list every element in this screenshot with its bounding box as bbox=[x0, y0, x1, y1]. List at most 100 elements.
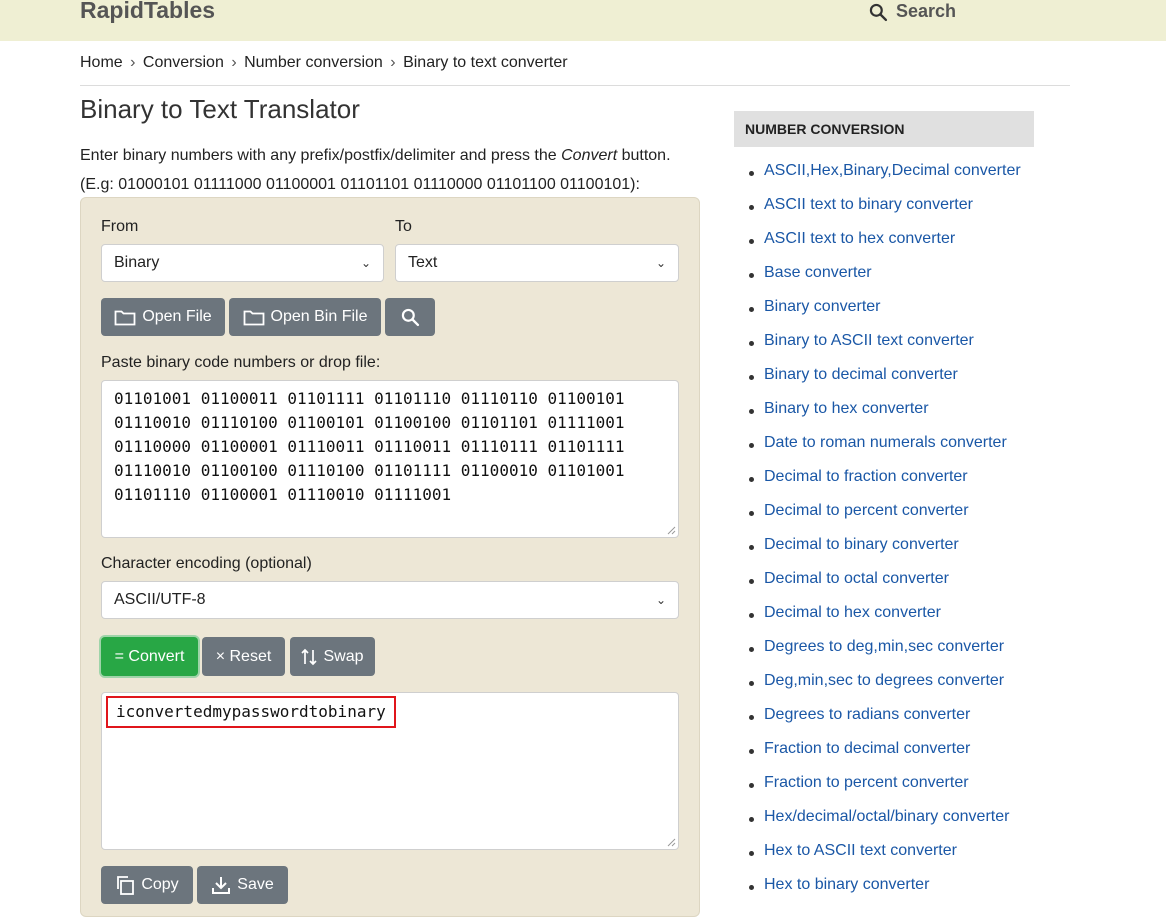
sidebar-link[interactable]: Degrees to radians converter bbox=[764, 706, 970, 723]
encoding-select[interactable]: ASCII/UTF-8 ⌄ bbox=[101, 581, 679, 619]
encoding-select-value: ASCII/UTF-8 bbox=[114, 591, 206, 608]
sidebar-item: ASCII text to binary converter bbox=[734, 196, 1034, 230]
breadcrumb-conversion[interactable]: Conversion bbox=[143, 54, 224, 71]
breadcrumb-current[interactable]: Binary to text converter bbox=[403, 54, 568, 71]
sidebar-link[interactable]: Binary to hex converter bbox=[764, 400, 929, 417]
sidebar-link[interactable]: Base converter bbox=[764, 264, 872, 281]
sidebar-item: Date to roman numerals converter bbox=[734, 434, 1034, 468]
sidebar-link[interactable]: ASCII text to binary converter bbox=[764, 196, 973, 213]
sidebar-item: Deg,min,sec to degrees converter bbox=[734, 672, 1034, 706]
sidebar-link[interactable]: Binary to decimal converter bbox=[764, 366, 958, 383]
sidebar-item: ASCII,Hex,Binary,Decimal converter bbox=[734, 162, 1034, 196]
sidebar-heading: NUMBER CONVERSION bbox=[734, 111, 1034, 147]
resize-handle-icon[interactable] bbox=[666, 525, 676, 535]
swap-label: Swap bbox=[323, 647, 364, 665]
input-line: 01101110 01100001 01110010 01111001 bbox=[114, 485, 452, 504]
input-line: 01110010 01100100 01110100 01101111 0110… bbox=[114, 461, 625, 480]
converter-panel: From Binary ⌄ To Text ⌄ Open File Open B… bbox=[80, 197, 700, 917]
sidebar-link[interactable]: ASCII,Hex,Binary,Decimal converter bbox=[764, 162, 1021, 179]
chevron-down-icon: ⌄ bbox=[655, 593, 666, 607]
sidebar-item: Binary converter bbox=[734, 298, 1034, 332]
divider bbox=[80, 85, 1070, 86]
intro-emphasis: Convert bbox=[561, 147, 618, 164]
save-label: Save bbox=[237, 876, 274, 893]
open-bin-file-label: Open Bin File bbox=[270, 308, 368, 325]
to-select-value: Text bbox=[408, 254, 438, 271]
sidebar-link[interactable]: Degrees to deg,min,sec converter bbox=[764, 638, 1004, 655]
sidebar-item: Decimal to octal converter bbox=[734, 570, 1034, 604]
breadcrumb-separator: › bbox=[130, 54, 136, 71]
breadcrumb-home[interactable]: Home bbox=[80, 54, 123, 71]
input-line: 01110010 01110100 01100101 01100100 0110… bbox=[114, 413, 625, 432]
open-bin-file-button[interactable]: Open Bin File bbox=[229, 298, 381, 336]
download-icon bbox=[212, 877, 231, 894]
input-label: Paste binary code numbers or drop file: bbox=[101, 354, 381, 371]
sidebar-item: Decimal to hex converter bbox=[734, 604, 1034, 638]
sidebar-link[interactable]: Hex/decimal/octal/binary converter bbox=[764, 808, 1009, 825]
sidebar-item: Binary to hex converter bbox=[734, 400, 1034, 434]
sidebar-link[interactable]: Binary to ASCII text converter bbox=[764, 332, 974, 349]
chevron-down-icon: ⌄ bbox=[360, 256, 371, 270]
reset-button[interactable]: × Reset bbox=[202, 637, 285, 676]
breadcrumb: Home › Conversion › Number conversion › … bbox=[80, 54, 568, 72]
sidebar-link[interactable]: Hex to binary converter bbox=[764, 876, 929, 893]
sidebar-list: ASCII,Hex,Binary,Decimal converter ASCII… bbox=[734, 162, 1034, 910]
sidebar: NUMBER CONVERSION ASCII,Hex,Binary,Decim… bbox=[734, 111, 1034, 910]
search-file-button[interactable] bbox=[385, 298, 435, 336]
sidebar-link[interactable]: Date to roman numerals converter bbox=[764, 434, 1007, 451]
copy-label: Copy bbox=[141, 876, 179, 893]
intro-before: Enter binary numbers with any prefix/pos… bbox=[80, 147, 562, 164]
intro-text: Enter binary numbers with any prefix/pos… bbox=[80, 141, 671, 199]
breadcrumb-number-conversion[interactable]: Number conversion bbox=[244, 54, 383, 71]
folder-icon bbox=[114, 310, 136, 326]
input-line: 01110000 01100001 01110011 01110011 0111… bbox=[114, 437, 625, 456]
sidebar-link[interactable]: Decimal to binary converter bbox=[764, 536, 959, 553]
from-select-value: Binary bbox=[114, 254, 160, 271]
swap-button[interactable]: Swap bbox=[290, 637, 375, 676]
convert-label: = Convert bbox=[114, 647, 185, 665]
sidebar-link[interactable]: Hex to ASCII text converter bbox=[764, 842, 957, 859]
swap-icon bbox=[301, 648, 318, 665]
sidebar-link[interactable]: Binary converter bbox=[764, 298, 881, 315]
folder-icon bbox=[243, 310, 264, 326]
convert-button[interactable]: = Convert bbox=[101, 637, 198, 676]
input-line: 01101001 01100011 01101111 01101110 0111… bbox=[114, 389, 625, 408]
top-bar: RapidTables Search bbox=[0, 0, 1166, 41]
sidebar-link[interactable]: Decimal to hex converter bbox=[764, 604, 941, 621]
sidebar-item: Decimal to fraction converter bbox=[734, 468, 1034, 502]
search-button[interactable]: Search bbox=[868, 1, 956, 22]
sidebar-link[interactable]: Deg,min,sec to degrees converter bbox=[764, 672, 1004, 689]
sidebar-link[interactable]: Decimal to fraction converter bbox=[764, 468, 968, 485]
sidebar-item: Hex to binary converter bbox=[734, 876, 1034, 910]
chevron-down-icon: ⌄ bbox=[655, 256, 666, 270]
copy-button[interactable]: Copy bbox=[101, 866, 193, 904]
sidebar-item: Hex/decimal/octal/binary converter bbox=[734, 808, 1034, 842]
reset-label: × Reset bbox=[215, 647, 272, 665]
sidebar-link[interactable]: Decimal to percent converter bbox=[764, 502, 969, 519]
breadcrumb-separator: › bbox=[231, 54, 237, 71]
open-file-button[interactable]: Open File bbox=[101, 298, 225, 336]
sidebar-link[interactable]: Decimal to octal converter bbox=[764, 570, 949, 587]
site-logo[interactable]: RapidTables bbox=[80, 0, 215, 24]
encoding-label: Character encoding (optional) bbox=[101, 555, 312, 572]
intro-after: button. bbox=[617, 147, 671, 164]
sidebar-item: Base converter bbox=[734, 264, 1034, 298]
text-output-textarea[interactable]: iconvertedmypasswordtobinary bbox=[101, 692, 679, 850]
from-label: From bbox=[101, 218, 139, 235]
page-title: Binary to Text Translator bbox=[80, 94, 360, 124]
search-label: Search bbox=[896, 1, 957, 21]
sidebar-item: Degrees to deg,min,sec converter bbox=[734, 638, 1034, 672]
search-icon bbox=[401, 308, 420, 327]
sidebar-link[interactable]: ASCII text to hex converter bbox=[764, 230, 955, 247]
binary-input-textarea[interactable]: 01101001 01100011 01101111 01101110 0111… bbox=[101, 380, 679, 538]
sidebar-item: Fraction to percent converter bbox=[734, 774, 1034, 808]
open-file-label: Open File bbox=[142, 308, 212, 325]
from-select[interactable]: Binary ⌄ bbox=[101, 244, 384, 282]
save-button[interactable]: Save bbox=[197, 866, 288, 904]
resize-handle-icon[interactable] bbox=[666, 837, 676, 847]
sidebar-item: Decimal to percent converter bbox=[734, 502, 1034, 536]
to-select[interactable]: Text ⌄ bbox=[395, 244, 679, 282]
sidebar-link[interactable]: Fraction to decimal converter bbox=[764, 740, 970, 757]
search-icon bbox=[869, 3, 888, 21]
sidebar-link[interactable]: Fraction to percent converter bbox=[764, 774, 969, 791]
